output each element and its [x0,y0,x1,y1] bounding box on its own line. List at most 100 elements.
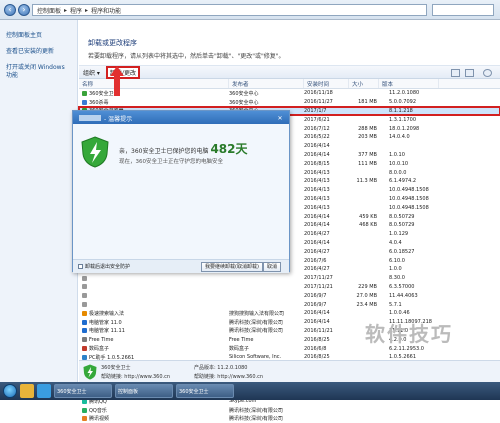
program-version: 10.0.4948.1508 [389,187,429,194]
help-icon[interactable] [483,69,492,77]
col-name[interactable]: 名称 [79,79,229,88]
program-size: 229 MB [358,283,377,290]
program-date: 2016/6/8 [304,345,327,352]
row-name-cell: 360安全卫士 [79,90,229,97]
program-date: 2016/4/14 [304,319,330,326]
breadcrumb[interactable]: 控制面板 ▸ 程序 ▸ 程序和功能 [32,4,427,16]
crumb-control-panel[interactable]: 控制面板 [37,6,61,15]
start-button[interactable] [3,384,17,398]
program-date: 2016/4/27 [304,266,330,273]
browser-icon[interactable] [37,384,51,398]
program-icon [82,407,87,413]
preview-pane-icon[interactable] [465,69,474,77]
table-row[interactable]: QQ音乐 腾讯科技(深圳)有限公司 [79,406,500,415]
program-publisher: Free Time [229,336,254,343]
program-name: 数码盒子 [89,346,110,352]
program-size: 288 MB [358,125,377,132]
program-size: 377 MB [358,151,377,158]
program-version: 11.2.0.1080 [389,90,420,97]
program-name: 极速搜索输入法 [89,310,125,317]
taskbar-app-control-panel[interactable]: 控制面板 [115,384,173,398]
program-date: 2016/4/13 [304,169,330,176]
page-description: 若要卸载程序，请从列表中将其选中，然后单击"卸载"、"更改"或"修复"。 [88,53,285,60]
program-size: 23.4 MB [356,301,377,308]
program-icon [82,328,87,334]
back-button[interactable]: ‹ [4,4,16,16]
program-version: 10.0.4948.1508 [389,204,429,211]
address-bar: ‹ › 控制面板 ▸ 程序 ▸ 程序和功能 [0,0,500,20]
forward-button[interactable]: › [18,4,30,16]
program-date: 2016/4/14 [304,222,330,229]
cancel-button[interactable]: 取消 [263,262,282,272]
program-date: 2016/9/7 [304,292,327,299]
program-publisher: 数码盒子 [229,346,250,352]
program-icon [82,416,87,422]
program-date: 2016/11/27 [304,99,333,106]
protection-text: 亲，360安全卫士已保护您的电脑 [119,148,209,155]
program-date: 2016/4/13 [304,187,330,194]
row-name-cell: 电脑管家 11.0 [79,319,229,326]
row-name-cell: 数码盒子 [79,345,229,352]
program-date: 2016/4/14 [304,239,330,246]
table-row[interactable]: 2017/11/21 229 MB 6.3.57000 [79,283,500,292]
program-icon [82,302,87,308]
crumb-programs-features[interactable]: 程序和功能 [91,6,121,15]
table-row[interactable]: 360安全卫士 360安全中心 2016/11/18 11.2.0.1080 [79,89,500,98]
program-size: 27.0 MB [356,292,377,299]
nav-installed-updates[interactable]: 查看已安装的更新 [6,48,71,56]
explorer-icon[interactable] [20,384,34,398]
program-name: Free Time [89,336,114,343]
taskbar-app-360[interactable]: 360安全卫士 [54,384,112,398]
table-row[interactable]: 2017/11/27 8.30.0 [79,274,500,283]
taskbar-app-360-dialog[interactable]: 360安全卫士 [176,384,234,398]
program-version: 14.0.4.0 [389,134,410,141]
view-options-icon[interactable] [451,69,460,77]
search-input[interactable] [432,4,494,16]
row-name-cell: Free Time [79,337,229,343]
crumb-separator-icon: ▸ [85,6,89,14]
program-date: 2016/11/18 [304,90,333,97]
organize-button[interactable]: 组织 ▾ [83,68,100,77]
continue-uninstall-button[interactable]: 我要继续卸载(取消卸载) [201,262,263,272]
program-icon [82,293,87,299]
table-row[interactable]: 2016/9/7 23.4 MB 5.7.1 [79,300,500,309]
program-version: 18.0.1.2098 [389,125,420,132]
table-row[interactable]: 腾讯视频 腾讯科技(深圳)有限公司 [79,414,500,423]
exit-protection-checkbox[interactable] [78,264,83,269]
row-name-cell: 极速搜索输入法 [79,310,229,317]
col-publisher[interactable]: 发布者 [229,79,304,88]
col-size[interactable]: 大小 [349,79,379,88]
program-date: 2016/9/7 [304,301,327,308]
protection-message: 亲，360安全卫士已保护您的电脑 482天 [119,140,248,157]
program-version: 8.1.1.218 [389,107,413,114]
program-icon [82,346,87,351]
details-version: 产品版本: 11.2.0.1080 [194,365,248,371]
checkbox-label: 卸载后退出安全防护 [85,264,131,270]
guard-message: 现在，360安全卫士正在守护您的电脑安全 [119,159,223,165]
protected-days: 482天 [210,142,248,156]
program-version: 8.0.50729 [389,213,415,220]
nav-windows-features[interactable]: 打开或关闭 Windows 功能 [6,64,71,80]
program-name: 腾讯视频 [89,416,110,423]
program-date: 2016/11/21 [304,327,333,334]
program-version: 6.3.57000 [389,283,415,290]
program-date: 2016/4/27 [304,231,330,238]
crumb-programs[interactable]: 程序 [70,6,82,15]
program-date: 2016/8/25 [304,336,330,343]
close-icon[interactable]: ✕ [275,115,285,123]
program-version: 1.0.0 [389,266,402,273]
dialog-footer: 卸载后退出安全防护 我要继续卸载(取消卸载) 取消 [73,259,289,273]
program-date: 2016/4/14 [304,310,330,317]
program-icon [82,284,87,290]
col-installed-on[interactable]: 安装时间 [304,79,349,88]
nav-control-panel-home[interactable]: 控制面板主页 [6,32,71,40]
table-row[interactable]: 极速搜索输入法 搜狗搜狗输入法有限公司 2016/4/14 1.0.0.46 [79,309,500,318]
table-row[interactable]: 360杀毒 360安全中心 2016/11/27 181 MB 5.0.0.7092 [79,98,500,107]
program-date: 2016/4/13 [304,178,330,185]
col-version[interactable]: 版本 [379,79,439,88]
program-version: 6.10.0 [389,257,405,264]
program-date: 2016/5/22 [304,134,330,141]
table-row[interactable]: 2016/9/7 27.0 MB 11.44.4063 [79,291,500,300]
program-icon [82,90,87,96]
program-version: 5.7.1 [389,301,402,308]
